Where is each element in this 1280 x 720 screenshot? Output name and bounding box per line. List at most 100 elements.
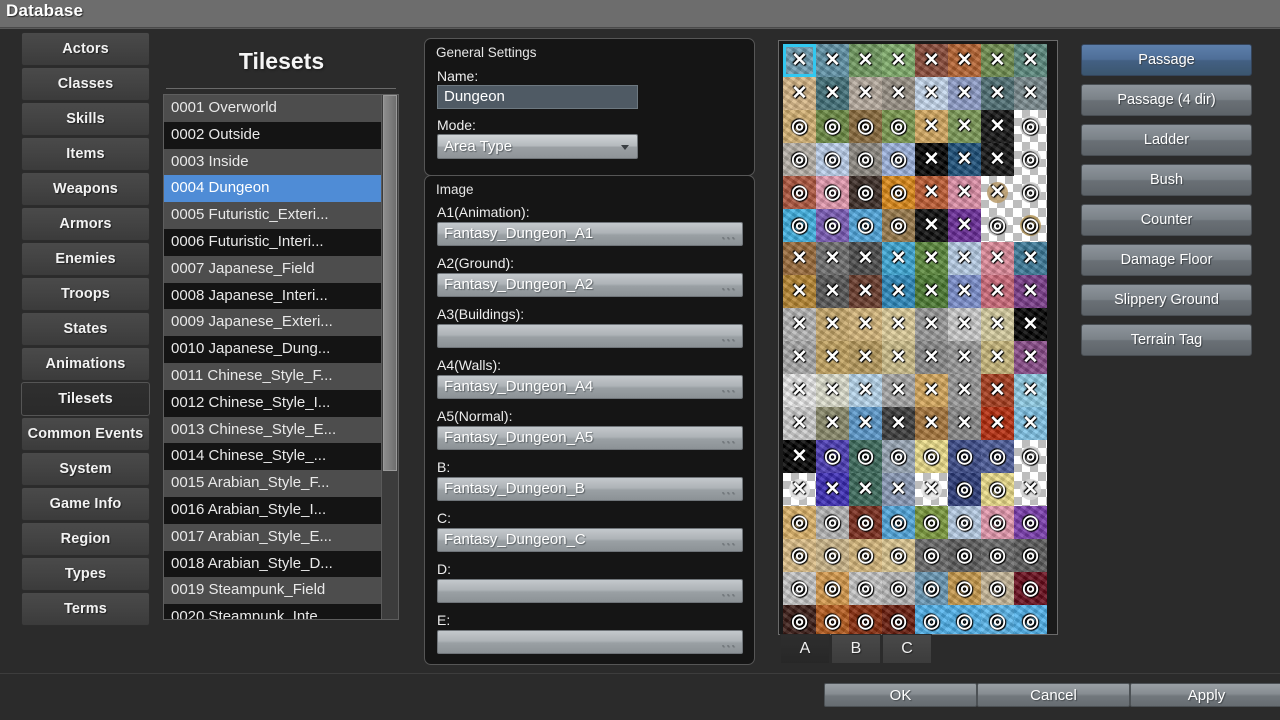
list-item[interactable]: 0009 Japanese_Exteri...: [164, 309, 383, 337]
cancel-button[interactable]: Cancel: [977, 683, 1130, 707]
tile-cell[interactable]: ◎: [981, 473, 1014, 506]
browse-ellipsis-icon[interactable]: ···: [721, 384, 736, 396]
tile-cell[interactable]: ✕: [1014, 275, 1047, 308]
tile-cell[interactable]: ✕: [981, 407, 1014, 440]
list-item[interactable]: 0007 Japanese_Field: [164, 255, 383, 283]
tile-cell[interactable]: ◎: [783, 209, 816, 242]
image-field-input[interactable]: Fantasy_Dungeon_A5 ···: [437, 426, 743, 450]
tab-enemies[interactable]: Enemies: [21, 242, 150, 276]
tile-cell[interactable]: ✕: [915, 473, 948, 506]
tile-cell[interactable]: ✕: [981, 143, 1014, 176]
tile-cell[interactable]: ✕: [1014, 407, 1047, 440]
tab-armors[interactable]: Armors: [21, 207, 150, 241]
tile-cell[interactable]: ◎: [915, 605, 948, 634]
tile-cell[interactable]: ✕: [849, 374, 882, 407]
tile-cell[interactable]: ◎: [948, 605, 981, 634]
tile-cell[interactable]: ◎: [816, 605, 849, 634]
tile-cell[interactable]: ✕: [849, 77, 882, 110]
tile-cell[interactable]: ◎: [948, 506, 981, 539]
tile-cell[interactable]: ◎: [981, 605, 1014, 634]
tile-cell[interactable]: ◎: [882, 539, 915, 572]
tile-grid[interactable]: ✕ ✕ ✕ ✕ ✕ ✕ ✕ ✕ ✕ ✕ ✕ ✕ ✕ ✕ ✕ ✕ ◎ ◎ ◎ ◎ ✕ ✕ ✕ ◎ ◎ ◎ ◎ ◎ ✕ ✕ ✕ ◎ ◎ ◎ ◎ ◎ ✕ ✕ ✕ ◎…: [783, 44, 1047, 634]
tile-cell[interactable]: ◎: [1014, 143, 1047, 176]
tab-region[interactable]: Region: [21, 522, 150, 556]
browse-ellipsis-icon[interactable]: ···: [721, 435, 736, 447]
flag-button-ladder[interactable]: Ladder: [1081, 124, 1252, 156]
scrollbar-thumb[interactable]: [383, 95, 397, 471]
tile-cell[interactable]: ✕: [981, 77, 1014, 110]
apply-button[interactable]: Apply: [1130, 683, 1280, 707]
tile-cell[interactable]: ✕: [948, 341, 981, 374]
tile-cell[interactable]: ✕: [948, 275, 981, 308]
tile-cell[interactable]: ◎: [816, 506, 849, 539]
tile-cell[interactable]: ✕: [981, 242, 1014, 275]
mode-select[interactable]: Area Type: [437, 134, 638, 159]
tile-cell[interactable]: ◎: [915, 440, 948, 473]
tile-cell[interactable]: ◎: [981, 572, 1014, 605]
name-input[interactable]: Dungeon: [437, 85, 638, 109]
image-field-input[interactable]: Fantasy_Dungeon_B ···: [437, 477, 743, 501]
tile-cell[interactable]: ◎: [816, 572, 849, 605]
tile-cell[interactable]: ✕: [915, 275, 948, 308]
tile-cell[interactable]: ✕: [783, 242, 816, 275]
tile-cell[interactable]: ✕: [981, 341, 1014, 374]
tileset-listbox[interactable]: 0001 Overworld 0002 Outside 0003 Inside 000…: [163, 94, 399, 620]
tile-cell[interactable]: ✕: [882, 473, 915, 506]
tile-cell[interactable]: ◎: [1014, 440, 1047, 473]
tile-cell[interactable]: ✕: [915, 341, 948, 374]
tile-cell[interactable]: ◎: [1014, 506, 1047, 539]
tile-cell[interactable]: ✕: [948, 77, 981, 110]
tab-actors[interactable]: Actors: [21, 32, 150, 66]
tile-cell[interactable]: ◎: [849, 143, 882, 176]
image-field-input[interactable]: ···: [437, 324, 743, 348]
tile-cell[interactable]: ✕: [948, 110, 981, 143]
tile-cell[interactable]: ◎: [816, 539, 849, 572]
tab-tilesets[interactable]: Tilesets: [21, 382, 150, 416]
tile-cell[interactable]: ✕: [849, 308, 882, 341]
tile-cell[interactable]: ✕: [816, 242, 849, 275]
tile-cell[interactable]: ✕: [783, 77, 816, 110]
tile-cell[interactable]: ◎: [915, 539, 948, 572]
tile-cell[interactable]: ◎: [882, 605, 915, 634]
tile-cell[interactable]: ✕: [816, 77, 849, 110]
tile-cell[interactable]: ✕: [948, 308, 981, 341]
tile-cell[interactable]: ✕: [849, 341, 882, 374]
list-item[interactable]: 0020 Steampunk_Inte...: [164, 604, 383, 619]
tab-terms[interactable]: Terms: [21, 592, 150, 626]
flag-button-passage[interactable]: Passage: [1081, 44, 1252, 76]
tile-cell[interactable]: ✕: [1014, 44, 1047, 77]
ok-button[interactable]: OK: [824, 683, 977, 707]
image-field-input[interactable]: Fantasy_Dungeon_A1 ···: [437, 222, 743, 246]
tile-cell[interactable]: ✕: [915, 242, 948, 275]
image-field-input[interactable]: Fantasy_Dungeon_C ···: [437, 528, 743, 552]
list-item[interactable]: 0002 Outside: [164, 121, 383, 149]
tile-cell[interactable]: ◎: [783, 110, 816, 143]
tile-cell[interactable]: ◎: [849, 110, 882, 143]
tile-cell[interactable]: ◎: [783, 539, 816, 572]
list-item[interactable]: 0015 Arabian_Style_F...: [164, 470, 383, 497]
tile-cell[interactable]: ✕: [915, 407, 948, 440]
list-item[interactable]: 0013 Chinese_Style_E...: [164, 416, 383, 444]
tile-cell[interactable]: ◎: [882, 143, 915, 176]
tile-cell[interactable]: ✕: [915, 176, 948, 209]
tile-cell[interactable]: ◎: [1014, 572, 1047, 605]
tile-cell[interactable]: ✕: [783, 374, 816, 407]
flag-button-damage-floor[interactable]: Damage Floor: [1081, 244, 1252, 276]
tile-cell[interactable]: ◎: [783, 506, 816, 539]
browse-ellipsis-icon[interactable]: ···: [721, 486, 736, 498]
tab-troops[interactable]: Troops: [21, 277, 150, 311]
list-item[interactable]: 0019 Steampunk_Field: [164, 577, 383, 605]
tile-cell[interactable]: ✕: [882, 341, 915, 374]
tile-cell[interactable]: ✕: [882, 44, 915, 77]
tile-cell[interactable]: ✕: [783, 473, 816, 506]
tile-cell[interactable]: ✕: [783, 44, 816, 77]
flag-button-bush[interactable]: Bush: [1081, 164, 1252, 196]
tile-cell[interactable]: ✕: [1014, 242, 1047, 275]
tile-cell[interactable]: ◎: [849, 440, 882, 473]
tile-cell[interactable]: ✕: [816, 407, 849, 440]
tile-cell[interactable]: ✕: [849, 275, 882, 308]
list-item[interactable]: 0018 Arabian_Style_D...: [164, 550, 383, 578]
tile-cell[interactable]: ✕: [816, 308, 849, 341]
tile-cell[interactable]: ◎: [948, 473, 981, 506]
tile-cell[interactable]: ◎: [783, 605, 816, 634]
